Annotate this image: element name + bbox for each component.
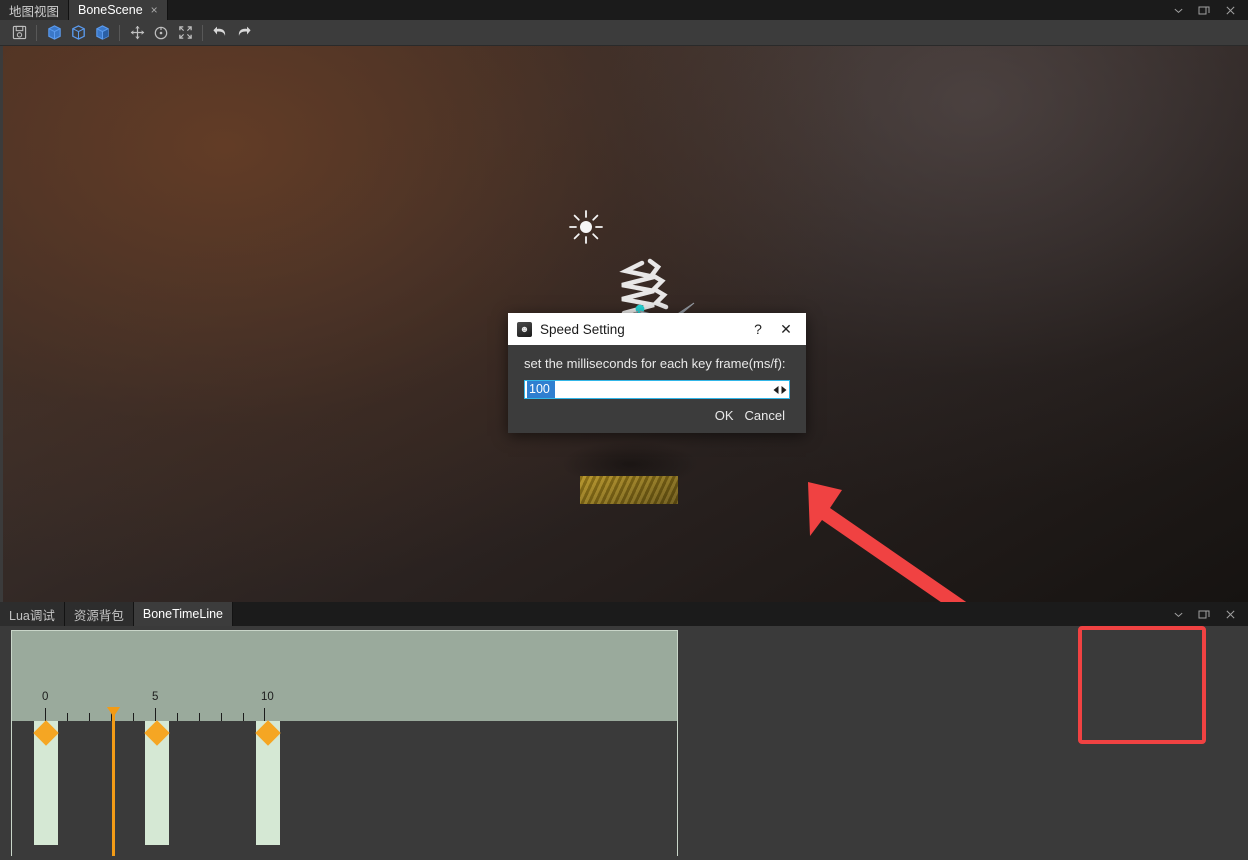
close-icon[interactable] xyxy=(1218,1,1242,19)
ruler-tick xyxy=(199,713,200,721)
tab-label: Lua调试 xyxy=(9,608,55,623)
bottom-tab-resource-pack[interactable]: 资源背包 xyxy=(64,602,134,626)
milliseconds-input-value[interactable]: 100 xyxy=(527,381,555,398)
ruler-label: 10 xyxy=(261,691,274,703)
tab-bonescene[interactable]: BoneScene × xyxy=(69,0,168,20)
viewport-toolbar xyxy=(0,20,1248,46)
bottom-dock-controls xyxy=(1166,602,1248,626)
bottom-tab-lua-debug[interactable]: Lua调试 xyxy=(0,602,65,626)
ruler-label: 5 xyxy=(152,691,159,703)
bottom-tabbar-spacer xyxy=(233,602,1166,626)
ruler-label: 0 xyxy=(42,691,49,703)
tab-close-icon[interactable]: × xyxy=(151,4,158,16)
close-icon[interactable] xyxy=(1218,605,1242,623)
keyframe-marker[interactable] xyxy=(33,720,59,746)
scale-icon[interactable] xyxy=(174,22,196,44)
annotation-arrow xyxy=(790,466,1090,602)
application-window: 地图视图 BoneScene × ☻ Speed Setting ? ✕ set… xyxy=(0,0,1248,860)
ruler-tick xyxy=(264,708,265,721)
bottom-tabbar: Lua调试 资源背包 BoneTimeLine xyxy=(0,602,1248,626)
dialog-title: Speed Setting xyxy=(540,321,625,337)
ruler-tick xyxy=(133,713,134,721)
toolbar-separator xyxy=(119,24,120,41)
keyframe-bar[interactable] xyxy=(33,720,59,845)
ruler-tick xyxy=(89,713,90,721)
cube-solid-icon[interactable] xyxy=(43,22,65,44)
tabbar-spacer xyxy=(167,0,1166,20)
playhead[interactable] xyxy=(112,710,115,856)
dialog-prompt-label: set the milliseconds for each key frame(… xyxy=(524,356,786,371)
ground-block xyxy=(580,476,678,504)
ruler-tick xyxy=(67,713,68,721)
undock-icon[interactable] xyxy=(1192,605,1216,623)
move-icon[interactable] xyxy=(126,22,148,44)
dialog-close-icon[interactable]: ✕ xyxy=(772,316,800,342)
dialog-buttons: OK Cancel xyxy=(524,407,790,424)
ruler-tick xyxy=(155,708,156,721)
ruler-tick xyxy=(243,713,244,721)
keyframe-marker[interactable] xyxy=(144,720,170,746)
bottom-tab-bonetimeline[interactable]: BoneTimeLine xyxy=(133,602,234,626)
cube-wire-icon[interactable] xyxy=(67,22,89,44)
dialog-body: set the milliseconds for each key frame(… xyxy=(508,345,806,424)
timeline-widget[interactable]: 0 5 10 xyxy=(11,630,678,856)
keyframe-marker[interactable] xyxy=(255,720,281,746)
ok-button[interactable]: OK xyxy=(712,407,737,424)
tab-label: BoneScene xyxy=(78,3,143,17)
tab-label: 地图视图 xyxy=(9,4,60,19)
window-controls xyxy=(1166,0,1248,20)
keyframe-bar[interactable] xyxy=(144,720,170,845)
app-icon: ☻ xyxy=(517,321,532,337)
tab-label: BoneTimeLine xyxy=(142,607,224,621)
speed-setting-dialog: ☻ Speed Setting ? ✕ set the milliseconds… xyxy=(508,313,806,433)
milliseconds-spinbox[interactable]: 100 xyxy=(524,380,790,399)
chevron-down-icon[interactable] xyxy=(1166,1,1190,19)
light-gizmo-icon[interactable] xyxy=(568,209,604,245)
undock-icon[interactable] xyxy=(1192,1,1216,19)
keyframe-bar[interactable] xyxy=(255,720,281,845)
viewport-left-edge xyxy=(0,46,3,602)
dialog-titlebar: ☻ Speed Setting ? ✕ xyxy=(508,313,806,345)
cancel-button[interactable]: Cancel xyxy=(742,407,788,424)
save-icon[interactable] xyxy=(8,22,30,44)
toolbar-separator xyxy=(202,24,203,41)
toolbar-separator xyxy=(36,24,37,41)
redo-icon[interactable] xyxy=(233,22,255,44)
undo-icon[interactable] xyxy=(209,22,231,44)
tab-label: 资源背包 xyxy=(73,608,124,623)
cube-shaded-icon[interactable] xyxy=(91,22,113,44)
tab-map-view[interactable]: 地图视图 xyxy=(0,0,70,20)
chevron-down-icon[interactable] xyxy=(1166,605,1190,623)
ruler-tick xyxy=(177,713,178,721)
top-tabbar: 地图视图 BoneScene × xyxy=(0,0,1248,20)
bone-timeline-panel: 0 5 10 xyxy=(0,626,1248,860)
help-icon[interactable]: ? xyxy=(744,316,772,342)
rotate-icon[interactable] xyxy=(150,22,172,44)
spinbox-arrows-icon[interactable] xyxy=(771,385,789,395)
ruler-tick xyxy=(221,713,222,721)
